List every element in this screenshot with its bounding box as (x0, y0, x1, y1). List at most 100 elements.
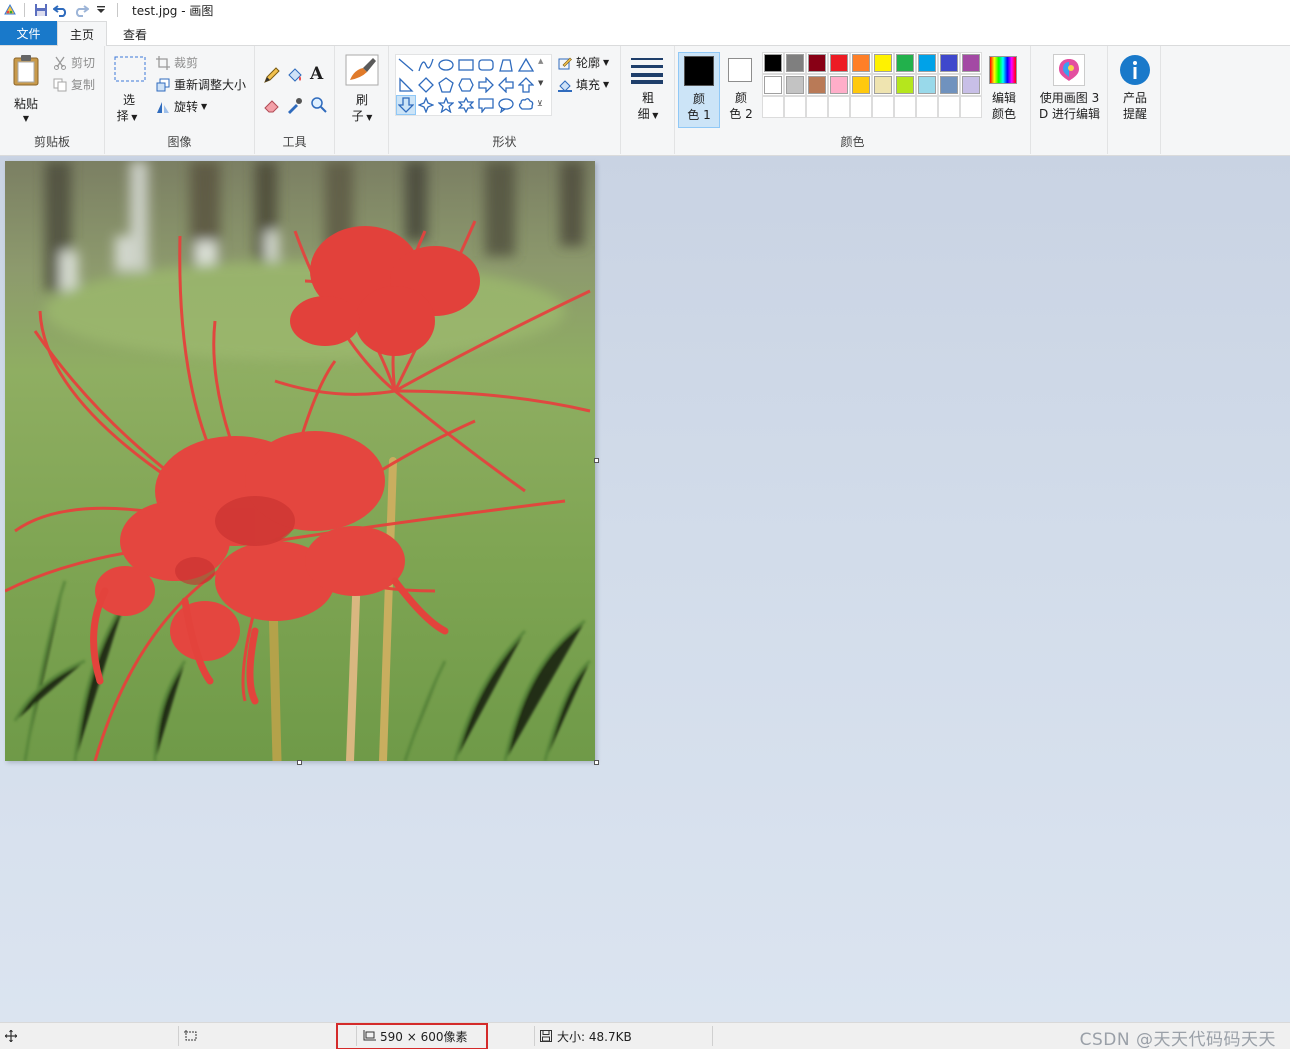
resize-button[interactable]: 重新调整大小 (155, 76, 246, 93)
brush-label-text: 子 (351, 109, 364, 123)
product-alert-button[interactable]: 产品 提醒 (1112, 52, 1158, 128)
save-icon[interactable] (31, 1, 51, 19)
palette-custom-slot[interactable] (938, 96, 960, 118)
palette-custom-slot[interactable] (806, 96, 828, 118)
rect-callout-shape-icon[interactable] (476, 95, 496, 115)
palette-swatch[interactable] (960, 74, 982, 96)
palette-swatch[interactable] (938, 74, 960, 96)
palette-swatch-fill (786, 54, 804, 72)
curve-shape-icon[interactable] (416, 55, 436, 75)
palette-swatch[interactable] (784, 52, 806, 74)
rectangle-shape-icon[interactable] (456, 55, 476, 75)
undo-icon[interactable] (51, 1, 71, 19)
text-tool-icon[interactable]: A (310, 64, 323, 84)
resize-label: 重新调整大小 (174, 78, 247, 92)
down-arrow-shape-icon[interactable] (396, 95, 416, 115)
crop-button[interactable]: 裁剪 (155, 54, 198, 71)
palette-swatch[interactable] (828, 52, 850, 74)
copy-button[interactable]: 复制 (52, 76, 95, 93)
canvas-workspace[interactable] (0, 156, 1290, 1022)
palette-swatch[interactable] (894, 74, 916, 96)
cut-button[interactable]: 剪切 (52, 54, 95, 71)
color1-button[interactable]: 颜 色 1 (678, 52, 720, 128)
tab-view[interactable]: 查看 (110, 21, 160, 47)
five-point-star-shape-icon[interactable] (436, 95, 456, 115)
line-shape-icon[interactable] (396, 55, 416, 75)
palette-swatch[interactable] (784, 74, 806, 96)
tab-home[interactable]: 主页 (57, 21, 107, 47)
palette-custom-slot[interactable] (894, 96, 916, 118)
polygon-shape-icon[interactable] (496, 55, 516, 75)
hexagon-shape-icon[interactable] (456, 75, 476, 95)
gallery-scroll-down-icon[interactable]: ▼ (538, 79, 543, 87)
palette-swatch[interactable] (762, 52, 784, 74)
triangle-shape-icon[interactable] (516, 55, 536, 75)
fill-bucket-icon[interactable] (286, 66, 304, 87)
diamond-shape-icon[interactable] (416, 75, 436, 95)
palette-custom-slot[interactable] (916, 96, 938, 118)
oval-shape-icon[interactable] (436, 55, 456, 75)
palette-swatch[interactable] (806, 74, 828, 96)
palette-swatch[interactable] (894, 52, 916, 74)
paint-app-icon[interactable] (2, 2, 18, 18)
right-arrow-shape-icon[interactable] (476, 75, 496, 95)
edit-colors-button[interactable]: 编辑 颜色 (984, 52, 1024, 128)
customize-toolbar-icon[interactable] (91, 1, 111, 19)
cloud-callout-shape-icon[interactable] (516, 95, 536, 115)
palette-custom-slot[interactable] (784, 96, 806, 118)
resize-handle-bottom[interactable] (297, 760, 302, 765)
palette-custom-slot[interactable] (960, 96, 982, 118)
tab-file[interactable]: 文件 (0, 21, 57, 45)
six-point-star-shape-icon[interactable] (456, 95, 476, 115)
edit-with-paint3d-button[interactable]: 使用画图 3 D 进行编辑 (1033, 52, 1106, 128)
four-point-star-shape-icon[interactable] (416, 95, 436, 115)
palette-swatch[interactable] (828, 74, 850, 96)
paste-button[interactable]: 粘贴 ▼ (8, 52, 44, 123)
resize-handle-corner[interactable] (594, 760, 599, 765)
select-label-top: 选 (122, 93, 135, 107)
select-button[interactable]: 选 择 ▼ (111, 52, 147, 123)
palette-custom-slot[interactable] (762, 96, 784, 118)
size-button[interactable]: 粗 细 ▼ (627, 54, 669, 124)
palette-swatch-fill (940, 54, 958, 72)
redo-icon[interactable] (71, 1, 91, 19)
resize-handle-right[interactable] (594, 458, 599, 463)
palette-swatch-fill (918, 76, 936, 94)
outline-button[interactable]: 轮廓 ▼ (557, 54, 609, 71)
palette-custom-slot[interactable] (850, 96, 872, 118)
clipboard-icon (12, 54, 40, 89)
magnifier-icon[interactable] (310, 96, 328, 117)
palette-custom-slot[interactable] (872, 96, 894, 118)
brush-label-bottom: 子 ▼ (343, 108, 381, 126)
left-arrow-shape-icon[interactable] (496, 75, 516, 95)
rotate-button[interactable]: 旋转 ▼ (155, 98, 207, 115)
palette-swatch[interactable] (916, 74, 938, 96)
palette-swatch[interactable] (938, 52, 960, 74)
gallery-expand-icon[interactable]: ⊻ (537, 99, 543, 108)
palette-custom-slot[interactable] (828, 96, 850, 118)
shapes-group-label: 形状 (492, 135, 517, 149)
fill-button[interactable]: 填充 ▼ (557, 76, 609, 93)
color2-button[interactable]: 颜 色 2 (723, 52, 759, 128)
brush-button[interactable]: 刷 子 ▼ (343, 54, 381, 124)
palette-swatch[interactable] (850, 52, 872, 74)
rounded-rectangle-shape-icon[interactable] (476, 55, 496, 75)
pentagon-shape-icon[interactable] (436, 75, 456, 95)
palette-swatch[interactable] (916, 52, 938, 74)
gallery-scroll-up-icon[interactable]: ▲ (538, 57, 543, 65)
palette-swatch[interactable] (806, 52, 828, 74)
canvas-image[interactable] (5, 161, 595, 761)
pencil-icon[interactable] (263, 66, 281, 87)
status-divider (712, 1026, 713, 1046)
palette-swatch[interactable] (762, 74, 784, 96)
palette-swatch[interactable] (960, 52, 982, 74)
palette-swatch[interactable] (872, 74, 894, 96)
palette-swatch[interactable] (850, 74, 872, 96)
color-picker-icon[interactable] (286, 96, 304, 117)
up-arrow-shape-icon[interactable] (516, 75, 536, 95)
right-triangle-shape-icon[interactable] (396, 75, 416, 95)
chevron-down-icon: ▼ (603, 80, 610, 89)
oval-callout-shape-icon[interactable] (496, 95, 516, 115)
eraser-icon[interactable] (263, 96, 281, 117)
palette-swatch[interactable] (872, 52, 894, 74)
